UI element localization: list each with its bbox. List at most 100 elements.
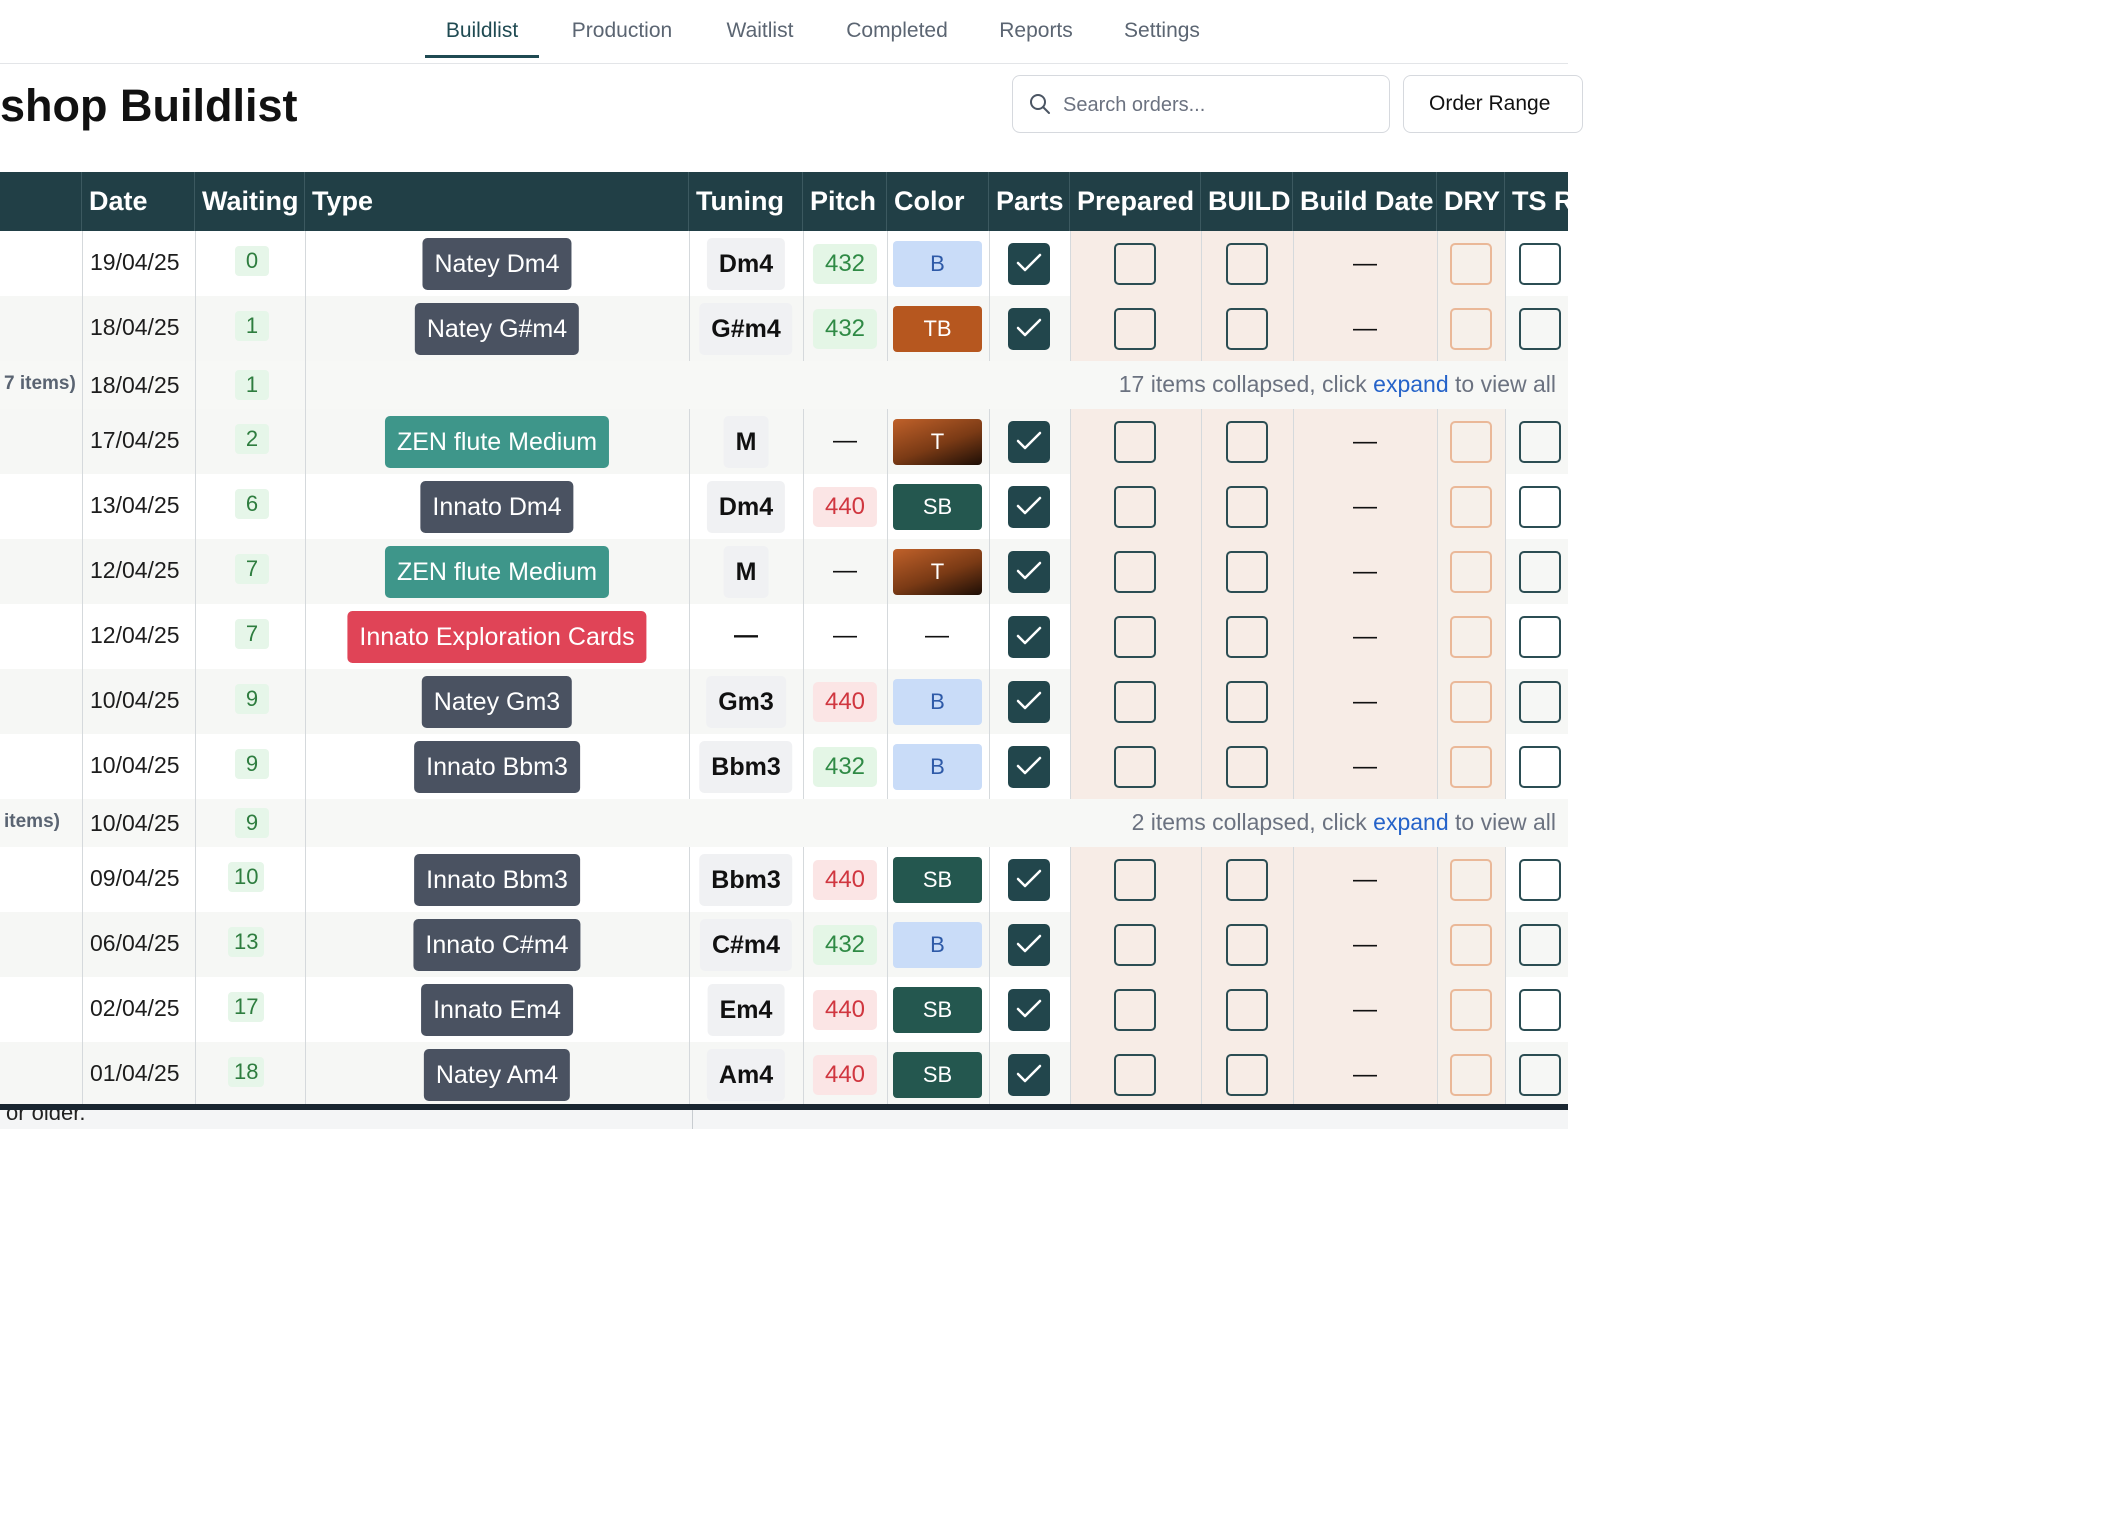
dry-checkbox[interactable] bbox=[1450, 745, 1492, 788]
parts-checkbox[interactable] bbox=[1008, 550, 1050, 593]
parts-checkbox[interactable] bbox=[1008, 307, 1050, 350]
parts-checkbox[interactable] bbox=[1008, 988, 1050, 1031]
build-checkbox[interactable] bbox=[1226, 745, 1268, 788]
tab-completed[interactable]: Completed bbox=[835, 18, 959, 55]
build-checkbox[interactable] bbox=[1226, 988, 1268, 1031]
collapsed-group-row[interactable]: 10/04/25 9 items) 2 items collapsed, click … bbox=[0, 799, 1568, 847]
search-box[interactable] bbox=[1012, 75, 1390, 133]
dry-checkbox[interactable] bbox=[1450, 680, 1492, 723]
column-header-tuning[interactable]: Tuning bbox=[689, 172, 803, 231]
build-checkbox[interactable] bbox=[1226, 615, 1268, 658]
dry-checkbox[interactable] bbox=[1450, 923, 1492, 966]
prepared-checkbox[interactable] bbox=[1114, 680, 1156, 723]
order-range-button[interactable]: Order Range bbox=[1403, 75, 1583, 133]
parts-checkbox[interactable] bbox=[1008, 680, 1050, 723]
column-header-build-date[interactable]: Build Date bbox=[1293, 172, 1437, 231]
parts-checkbox[interactable] bbox=[1008, 420, 1050, 463]
type-badge[interactable]: Innato Em4 bbox=[421, 983, 573, 1036]
expand-link[interactable]: expand bbox=[1373, 371, 1448, 397]
table-row[interactable]: 13/04/25 6 Innato Dm4 Dm4 440 SB — bbox=[0, 474, 1568, 539]
column-header-prepared[interactable]: Prepared bbox=[1070, 172, 1201, 231]
table-row[interactable]: 10/04/25 9 Natey Gm3 Gm3 440 B — bbox=[0, 669, 1568, 734]
dry-checkbox[interactable] bbox=[1450, 420, 1492, 463]
build-checkbox[interactable] bbox=[1226, 550, 1268, 593]
tab-production[interactable]: Production bbox=[560, 18, 684, 55]
prepared-checkbox[interactable] bbox=[1114, 485, 1156, 528]
type-badge[interactable]: ZEN flute Medium bbox=[384, 415, 610, 468]
type-badge[interactable]: Natey Gm3 bbox=[421, 675, 573, 728]
parts-checkbox[interactable] bbox=[1008, 1053, 1050, 1096]
column-header-type[interactable]: Type bbox=[305, 172, 689, 231]
table-row[interactable]: 17/04/25 2 ZEN flute Medium M — T — bbox=[0, 409, 1568, 474]
ts-r-checkbox[interactable] bbox=[1519, 242, 1561, 285]
table-row[interactable]: 19/04/25 0 Natey Dm4 Dm4 432 B — bbox=[0, 231, 1568, 296]
ts-r-checkbox[interactable] bbox=[1519, 923, 1561, 966]
type-badge[interactable]: Natey Dm4 bbox=[422, 237, 572, 290]
type-badge[interactable]: Innato Dm4 bbox=[420, 480, 574, 533]
type-badge[interactable]: Innato C#m4 bbox=[413, 918, 581, 971]
type-badge[interactable]: Natey G#m4 bbox=[414, 302, 580, 355]
prepared-checkbox[interactable] bbox=[1114, 420, 1156, 463]
build-checkbox[interactable] bbox=[1226, 242, 1268, 285]
column-header-build[interactable]: BUILD bbox=[1201, 172, 1293, 231]
prepared-checkbox[interactable] bbox=[1114, 550, 1156, 593]
table-row[interactable]: 09/04/25 10 Innato Bbm3 Bbm3 440 SB — bbox=[0, 847, 1568, 912]
dry-checkbox[interactable] bbox=[1450, 988, 1492, 1031]
tab-settings[interactable]: Settings bbox=[1113, 18, 1211, 55]
table-row[interactable]: 10/04/25 9 Innato Bbm3 Bbm3 432 B — bbox=[0, 734, 1568, 799]
type-badge[interactable]: Innato Bbm3 bbox=[414, 740, 580, 793]
table-row[interactable]: 02/04/25 17 Innato Em4 Em4 440 SB — bbox=[0, 977, 1568, 1042]
prepared-checkbox[interactable] bbox=[1114, 988, 1156, 1031]
column-header-waiting[interactable]: Waiting bbox=[195, 172, 305, 231]
type-badge[interactable]: Natey Am4 bbox=[423, 1048, 571, 1101]
collapsed-group-row[interactable]: 18/04/25 1 7 items) 17 items collapsed, cli… bbox=[0, 361, 1568, 409]
tab-reports[interactable]: Reports bbox=[990, 18, 1082, 55]
expand-link[interactable]: expand bbox=[1373, 809, 1448, 835]
ts-r-checkbox[interactable] bbox=[1519, 680, 1561, 723]
prepared-checkbox[interactable] bbox=[1114, 242, 1156, 285]
table-row[interactable]: 18/04/25 1 Natey G#m4 G#m4 432 TB — bbox=[0, 296, 1568, 361]
parts-checkbox[interactable] bbox=[1008, 858, 1050, 901]
column-header-date[interactable]: Date bbox=[82, 172, 195, 231]
dry-checkbox[interactable] bbox=[1450, 307, 1492, 350]
tab-buildlist[interactable]: Buildlist bbox=[425, 18, 539, 58]
dry-checkbox[interactable] bbox=[1450, 485, 1492, 528]
column-header-dry[interactable]: DRY bbox=[1437, 172, 1505, 231]
build-checkbox[interactable] bbox=[1226, 307, 1268, 350]
tab-waitlist[interactable]: Waitlist bbox=[714, 18, 806, 55]
parts-checkbox[interactable] bbox=[1008, 485, 1050, 528]
search-input[interactable] bbox=[1061, 86, 1375, 124]
ts-r-checkbox[interactable] bbox=[1519, 550, 1561, 593]
table-row[interactable]: 12/04/25 7 Innato Exploration Cards — — — — bbox=[0, 604, 1568, 669]
ts-r-checkbox[interactable] bbox=[1519, 1053, 1561, 1096]
prepared-checkbox[interactable] bbox=[1114, 858, 1156, 901]
build-checkbox[interactable] bbox=[1226, 858, 1268, 901]
ts-r-checkbox[interactable] bbox=[1519, 988, 1561, 1031]
column-header-color[interactable]: Color bbox=[887, 172, 989, 231]
prepared-checkbox[interactable] bbox=[1114, 615, 1156, 658]
build-checkbox[interactable] bbox=[1226, 420, 1268, 463]
type-badge[interactable]: Innato Bbm3 bbox=[414, 853, 580, 906]
table-row[interactable]: 06/04/25 13 Innato C#m4 C#m4 432 B — bbox=[0, 912, 1568, 977]
column-header-ts-r[interactable]: TS R bbox=[1505, 172, 1568, 231]
parts-checkbox[interactable] bbox=[1008, 615, 1050, 658]
dry-checkbox[interactable] bbox=[1450, 550, 1492, 593]
column-header-parts[interactable]: Parts bbox=[989, 172, 1070, 231]
table-row[interactable]: 01/04/25 18 Natey Am4 Am4 440 SB — bbox=[0, 1042, 1568, 1106]
prepared-checkbox[interactable] bbox=[1114, 307, 1156, 350]
ts-r-checkbox[interactable] bbox=[1519, 420, 1561, 463]
parts-checkbox[interactable] bbox=[1008, 242, 1050, 285]
build-checkbox[interactable] bbox=[1226, 485, 1268, 528]
ts-r-checkbox[interactable] bbox=[1519, 307, 1561, 350]
build-checkbox[interactable] bbox=[1226, 1053, 1268, 1096]
type-badge[interactable]: Innato Exploration Cards bbox=[347, 610, 647, 663]
ts-r-checkbox[interactable] bbox=[1519, 745, 1561, 788]
dry-checkbox[interactable] bbox=[1450, 242, 1492, 285]
dry-checkbox[interactable] bbox=[1450, 858, 1492, 901]
dry-checkbox[interactable] bbox=[1450, 1053, 1492, 1096]
prepared-checkbox[interactable] bbox=[1114, 745, 1156, 788]
ts-r-checkbox[interactable] bbox=[1519, 858, 1561, 901]
table-row[interactable]: 12/04/25 7 ZEN flute Medium M — T — bbox=[0, 539, 1568, 604]
parts-checkbox[interactable] bbox=[1008, 745, 1050, 788]
build-checkbox[interactable] bbox=[1226, 680, 1268, 723]
